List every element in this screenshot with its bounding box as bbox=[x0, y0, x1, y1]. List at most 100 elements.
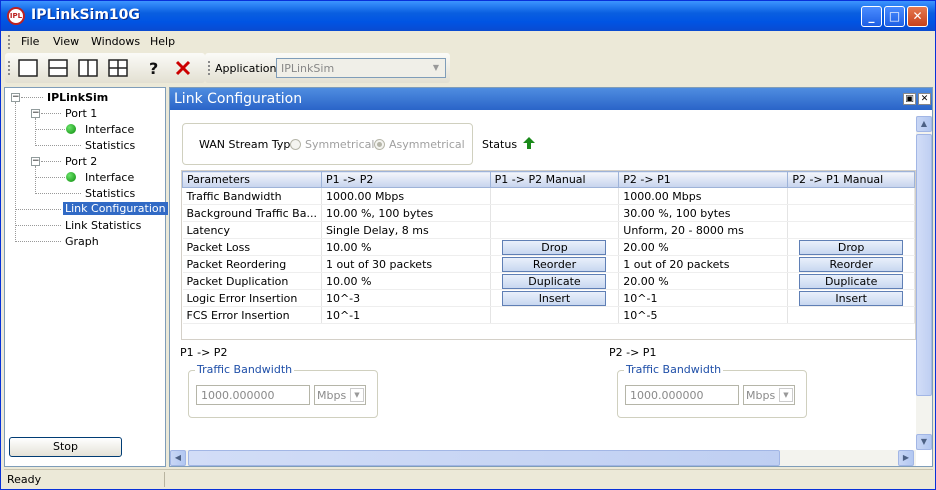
close-button[interactable]: ✕ bbox=[907, 6, 928, 27]
tree-port2-interface[interactable]: Interface bbox=[85, 171, 134, 184]
navigation-tree: − IPLinkSim − Port 1 Interface Statistic… bbox=[4, 87, 168, 467]
close-icon: ✕ bbox=[912, 9, 923, 23]
title-bar[interactable]: IPL IPLinkSim10G _ □ ✕ bbox=[1, 1, 935, 31]
scroll-down-button[interactable]: ▼ bbox=[916, 434, 932, 450]
pin-icon: ▣ bbox=[905, 94, 914, 104]
maximize-button[interactable]: □ bbox=[884, 6, 905, 27]
row-p1-p2-manual: Insert bbox=[490, 289, 620, 307]
row-p2-p1-value: Unform, 20 - 8000 ms bbox=[618, 221, 789, 239]
table-row[interactable]: Logic Error Insertion 10^-3 Insert 10^-1… bbox=[182, 289, 915, 307]
tree-port2-statistics[interactable]: Statistics bbox=[85, 187, 135, 200]
asymmetrical-radio[interactable] bbox=[374, 139, 385, 150]
help-button[interactable]: ? bbox=[143, 57, 165, 79]
status-up-arrow-icon bbox=[523, 137, 535, 149]
tree-port1-statistics[interactable]: Statistics bbox=[85, 139, 135, 152]
p1-p2-bandwidth-title: Traffic Bandwidth bbox=[195, 363, 295, 376]
tree-link-configuration[interactable]: Link Configuration bbox=[63, 202, 168, 215]
tree-graph[interactable]: Graph bbox=[65, 235, 99, 248]
row-param: Packet Reordering bbox=[182, 255, 322, 273]
tree-line bbox=[35, 177, 65, 178]
tree-line bbox=[15, 225, 61, 226]
wan-stream-type-label: WAN Stream Type bbox=[199, 138, 298, 151]
row-p1-p2-manual bbox=[490, 187, 620, 205]
row-param: FCS Error Insertion bbox=[182, 306, 322, 324]
row-p2-p1-value: 30.00 %, 100 bytes bbox=[618, 204, 789, 222]
menu-windows[interactable]: Windows bbox=[91, 35, 140, 48]
p1-p2-bandwidth-group: Traffic Bandwidth 1000.000000 Mbps ▼ bbox=[188, 363, 378, 418]
row-p2-p1-manual: Reorder bbox=[787, 255, 915, 273]
insert-p1-p2-button[interactable]: Insert bbox=[502, 290, 607, 306]
insert-p2-p1-button[interactable]: Insert bbox=[799, 290, 904, 306]
row-p2-p1-value: 1000.00 Mbps bbox=[618, 187, 789, 205]
stop-button[interactable]: Stop bbox=[9, 437, 122, 457]
expand-port1-icon[interactable]: − bbox=[31, 109, 40, 118]
expand-port2-icon[interactable]: − bbox=[31, 157, 40, 166]
quad-split-icon bbox=[108, 59, 128, 77]
minimize-button[interactable]: _ bbox=[861, 6, 882, 27]
p2-p1-bandwidth-input[interactable]: 1000.000000 bbox=[625, 385, 739, 405]
row-p1-p2-manual bbox=[490, 204, 620, 222]
application-select[interactable]: IPLinkSim ▼ bbox=[276, 58, 446, 78]
table-row[interactable]: FCS Error Insertion 10^-1 10^-5 bbox=[182, 306, 915, 324]
vertical-scrollbar[interactable]: ▲ ▼ bbox=[916, 116, 932, 450]
reorder-p1-p2-button[interactable]: Reorder bbox=[502, 256, 607, 272]
drop-p2-p1-button[interactable]: Drop bbox=[799, 239, 904, 255]
col-parameters[interactable]: Parameters bbox=[182, 171, 322, 188]
toolbar2-grip-icon bbox=[208, 61, 211, 75]
table-row[interactable]: Traffic Bandwidth 1000.00 Mbps 1000.00 M… bbox=[182, 187, 915, 205]
drop-p1-p2-button[interactable]: Drop bbox=[502, 239, 607, 255]
col-p1-p2[interactable]: P1 -> P2 bbox=[320, 171, 491, 188]
table-row[interactable]: Packet Reordering 1 out of 30 packets Re… bbox=[182, 255, 915, 273]
vertical-split-button[interactable] bbox=[77, 57, 99, 79]
parameters-grid: Parameters P1 -> P2 P1 -> P2 Manual P2 -… bbox=[181, 170, 916, 340]
chevron-down-icon: ▼ bbox=[779, 388, 793, 402]
chevron-right-icon: ▶ bbox=[902, 453, 910, 462]
scroll-left-button[interactable]: ◀ bbox=[170, 450, 186, 466]
menu-file[interactable]: File bbox=[21, 35, 39, 48]
tree-port2[interactable]: Port 2 bbox=[65, 155, 97, 168]
table-row[interactable]: Packet Loss 10.00 % Drop 20.00 % Drop bbox=[182, 238, 915, 256]
panel-close-button[interactable]: ✕ bbox=[918, 93, 931, 105]
scroll-up-button[interactable]: ▲ bbox=[916, 116, 932, 132]
table-row[interactable]: Background Traffic Ba... 10.00 %, 100 by… bbox=[182, 204, 915, 222]
tree-line bbox=[15, 102, 16, 242]
duplicate-p1-p2-button[interactable]: Duplicate bbox=[502, 273, 607, 289]
single-view-button[interactable] bbox=[17, 57, 39, 79]
tree-line bbox=[15, 209, 61, 210]
reorder-p2-p1-button[interactable]: Reorder bbox=[799, 256, 904, 272]
col-p1-p2-manual[interactable]: P1 -> P2 Manual bbox=[489, 171, 620, 188]
tree-line bbox=[35, 166, 36, 194]
svg-text:?: ? bbox=[149, 59, 158, 78]
pin-button[interactable]: ▣ bbox=[903, 93, 916, 105]
p1-p2-bandwidth-input[interactable]: 1000.000000 bbox=[196, 385, 310, 405]
table-row[interactable]: Packet Duplication 10.00 % Duplicate 20.… bbox=[182, 272, 915, 290]
tree-port1-interface[interactable]: Interface bbox=[85, 123, 134, 136]
p1-p2-unit-select[interactable]: Mbps ▼ bbox=[314, 385, 366, 405]
tree-root[interactable]: IPLinkSim bbox=[47, 91, 108, 104]
p2-p1-unit-select[interactable]: Mbps ▼ bbox=[743, 385, 795, 405]
tree-link-statistics[interactable]: Link Statistics bbox=[65, 219, 141, 232]
tree-port1[interactable]: Port 1 bbox=[65, 107, 97, 120]
chevron-left-icon: ◀ bbox=[174, 453, 182, 462]
row-param: Packet Duplication bbox=[182, 272, 322, 290]
col-p2-p1[interactable]: P2 -> P1 bbox=[618, 171, 789, 188]
symmetrical-radio[interactable] bbox=[290, 139, 301, 150]
row-param: Background Traffic Ba... bbox=[182, 204, 322, 222]
stop-toolbar-button[interactable] bbox=[172, 57, 194, 79]
col-p2-p1-manual[interactable]: P2 -> P1 Manual bbox=[787, 171, 915, 188]
horizontal-scrollbar[interactable]: ◀ ▶ bbox=[170, 450, 916, 466]
vertical-scroll-thumb[interactable] bbox=[916, 134, 932, 396]
tree-line bbox=[15, 241, 61, 242]
horizontal-split-icon bbox=[48, 59, 68, 77]
horizontal-scroll-thumb[interactable] bbox=[188, 450, 780, 466]
row-param: Logic Error Insertion bbox=[182, 289, 322, 307]
duplicate-p2-p1-button[interactable]: Duplicate bbox=[799, 273, 904, 289]
scroll-right-button[interactable]: ▶ bbox=[898, 450, 914, 466]
menu-help[interactable]: Help bbox=[150, 35, 175, 48]
grid-view-button[interactable] bbox=[107, 57, 129, 79]
horizontal-split-button[interactable] bbox=[47, 57, 69, 79]
expand-root-icon[interactable]: − bbox=[11, 93, 20, 102]
menu-view[interactable]: View bbox=[53, 35, 79, 48]
table-row[interactable]: Latency Single Delay, 8 ms Unform, 20 - … bbox=[182, 221, 915, 239]
window-title: IPLinkSim10G bbox=[31, 7, 140, 23]
